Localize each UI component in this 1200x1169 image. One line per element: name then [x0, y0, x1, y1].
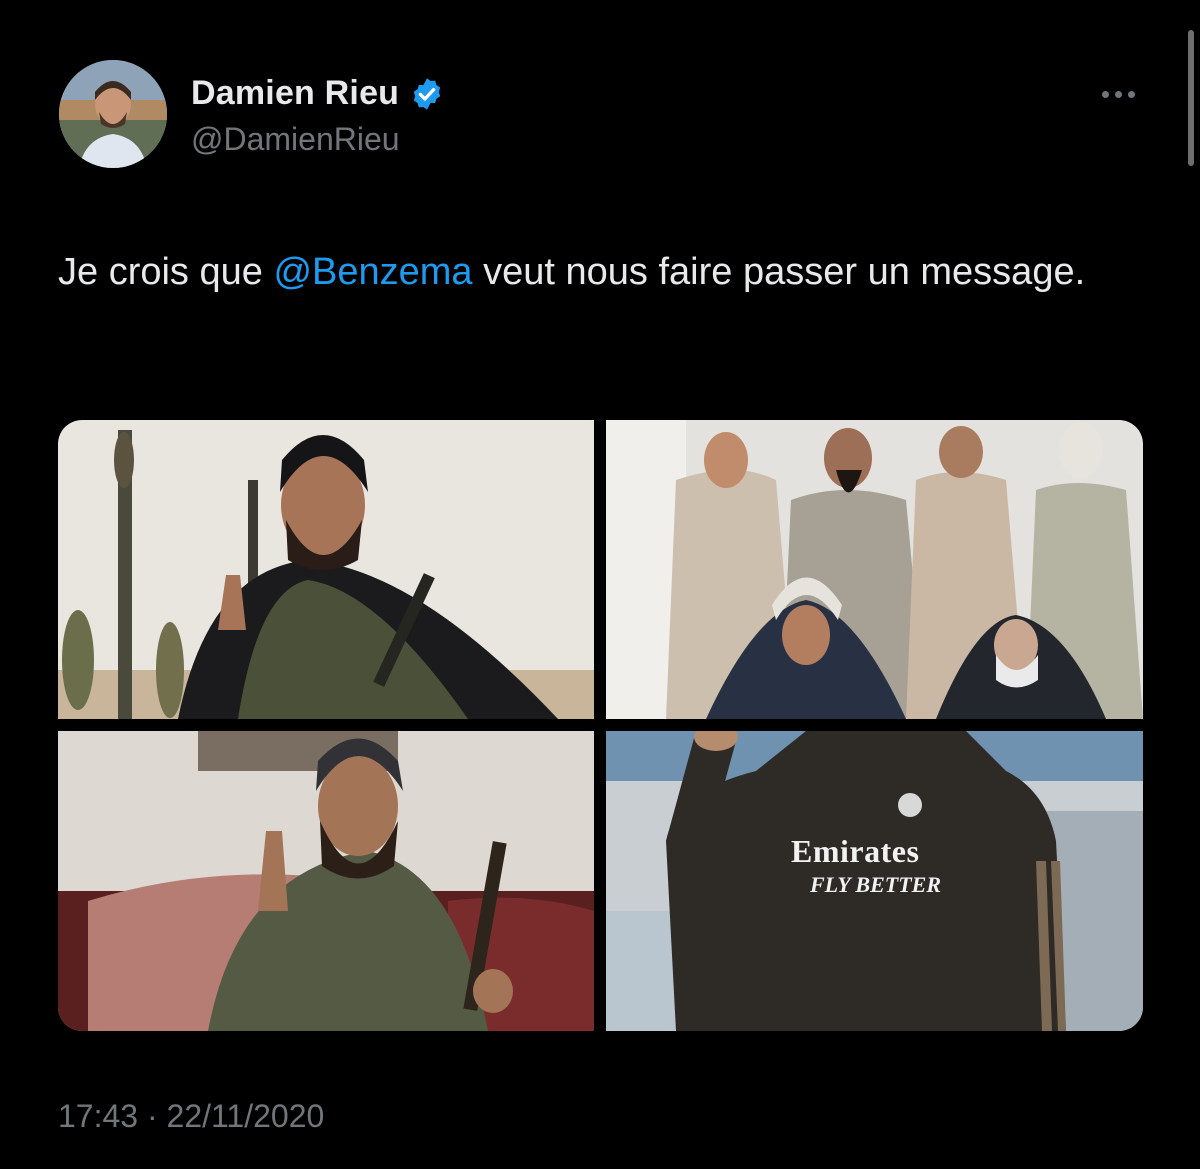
verified-badge-icon — [409, 76, 445, 112]
scrollbar[interactable] — [1188, 30, 1194, 166]
author-display-name[interactable]: Damien Rieu — [191, 74, 399, 113]
tweet-text-before: Je crois que — [58, 251, 274, 293]
author-name-row[interactable]: Damien Rieu — [191, 74, 445, 113]
media-photo-4[interactable]: Emirates FLY BETTER — [606, 731, 1143, 1031]
media-grid: Emirates FLY BETTER — [58, 420, 1143, 1031]
more-dot — [1114, 90, 1122, 98]
media-photo-3[interactable] — [58, 731, 594, 1031]
media-photo-2[interactable] — [606, 420, 1143, 719]
tweet-text: Je crois que @Benzema veut nous faire pa… — [58, 243, 1138, 301]
media-photo-1[interactable] — [58, 420, 594, 719]
more-dot — [1127, 90, 1135, 98]
mention-link[interactable]: @Benzema — [273, 251, 472, 293]
avatar[interactable] — [59, 60, 167, 168]
more-options-icon[interactable] — [1094, 84, 1142, 104]
shirt-sponsor-text: Emirates — [791, 833, 920, 869]
author-handle[interactable]: @DamienRieu — [191, 121, 400, 158]
more-dot — [1101, 90, 1109, 98]
tweet-timestamp[interactable]: 17:43 · 22/11/2020 — [58, 1098, 324, 1135]
shirt-slogan-text: FLY BETTER — [810, 872, 941, 897]
tweet-text-after: veut nous faire passer un message. — [472, 251, 1086, 293]
